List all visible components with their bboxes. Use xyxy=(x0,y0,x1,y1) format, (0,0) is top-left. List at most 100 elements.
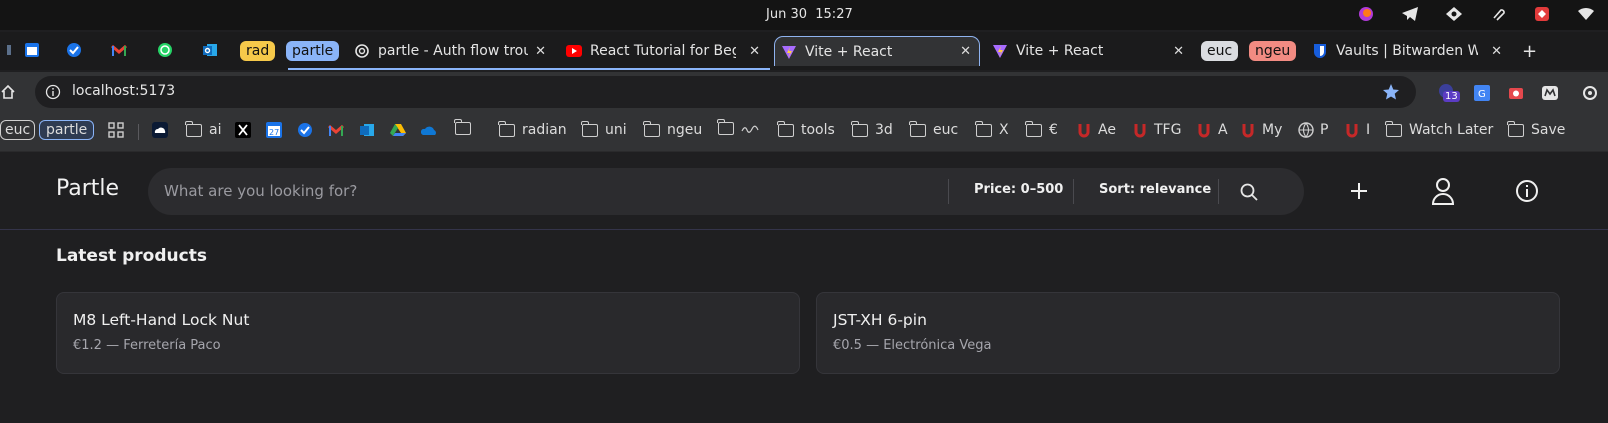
close-tab-icon[interactable]: ✕ xyxy=(1491,44,1502,59)
magnet-icon xyxy=(1344,122,1360,138)
folder-icon xyxy=(1507,120,1524,137)
bookmark-cloud-icon[interactable] xyxy=(152,122,168,138)
bookmark-folder-x[interactable]: X xyxy=(975,120,1009,138)
bookmark-folder-ngeu[interactable]: ngeu xyxy=(643,120,702,138)
bookmark-calendar[interactable]: 27 xyxy=(266,122,282,138)
system-time: 15:27 xyxy=(815,7,853,22)
metamask-icon[interactable] xyxy=(1541,84,1559,102)
search-divider xyxy=(1073,179,1074,204)
home-icon[interactable] xyxy=(0,84,16,100)
new-tab-button[interactable]: + xyxy=(1522,36,1542,66)
bookmark-folder-ai[interactable]: ai xyxy=(185,120,221,138)
close-tab-icon[interactable]: ✕ xyxy=(960,44,971,59)
pinned-tab-calendar[interactable] xyxy=(22,41,42,59)
tab-title: Vaults | Bitwarden We xyxy=(1336,43,1478,59)
search-divider xyxy=(1218,179,1219,204)
bookmark-folder-tools[interactable]: tools xyxy=(777,120,835,138)
tab-bitwarden[interactable]: Vaults | Bitwarden We ✕ xyxy=(1312,36,1510,66)
bookmark-folder-signature[interactable] xyxy=(717,119,759,135)
bookmark-tasks[interactable] xyxy=(297,122,313,138)
pinned-tab-tasks[interactable] xyxy=(64,41,84,59)
paperclip-icon[interactable] xyxy=(1488,4,1508,24)
bookmark-folder-watch-later[interactable]: Watch Later xyxy=(1385,120,1493,138)
bookmark-folder-save[interactable]: Save xyxy=(1507,120,1565,138)
price-filter-button[interactable]: Price: 0–500 xyxy=(974,182,1063,197)
close-tab-icon[interactable]: ✕ xyxy=(1173,44,1184,59)
folder-icon xyxy=(777,120,794,137)
system-top-bar: Jun 30 15:27 xyxy=(0,0,1608,30)
firefox-tray-icon[interactable] xyxy=(1356,4,1376,24)
extension-icon[interactable]: 13 xyxy=(1437,82,1460,104)
product-card[interactable]: JST-XH 6-pin €0.5 — Electrónica Vega xyxy=(816,292,1560,374)
info-icon[interactable] xyxy=(1512,176,1542,206)
bookmark-tfg[interactable]: TFG xyxy=(1132,122,1181,138)
site-info-icon[interactable] xyxy=(45,84,61,100)
bookmark-outlook[interactable] xyxy=(359,122,375,138)
bookmark-folder-euc[interactable]: euc xyxy=(909,120,958,138)
folder-icon xyxy=(1385,120,1402,137)
bookmark-a[interactable]: A xyxy=(1196,122,1228,138)
bookmark-folder-euro[interactable]: € xyxy=(1025,120,1058,138)
tab-react-tutorial[interactable]: React Tutorial for Beg ✕ xyxy=(566,36,768,66)
wifi-icon[interactable] xyxy=(1576,4,1596,24)
brand-logo[interactable]: Partle xyxy=(56,176,119,201)
telegram-icon[interactable] xyxy=(1400,4,1420,24)
add-product-button[interactable] xyxy=(1344,176,1374,206)
tab-group-ngeu[interactable]: ngeu xyxy=(1249,41,1297,61)
bitwarden-icon xyxy=(1312,43,1328,59)
bookmark-chip-partle[interactable]: partle xyxy=(39,120,95,140)
bookmark-i[interactable]: I xyxy=(1344,122,1370,138)
user-icon[interactable] xyxy=(1428,176,1458,206)
bookmark-ae[interactable]: Ae xyxy=(1076,122,1116,138)
anydesk-icon[interactable] xyxy=(1532,4,1552,24)
tab-group-rad[interactable]: rad xyxy=(240,41,276,61)
folder-icon xyxy=(1025,120,1042,137)
bookmark-apps-icon[interactable] xyxy=(108,122,124,138)
bookmark-gmail[interactable] xyxy=(328,122,344,138)
tab-vite-react-active[interactable]: Vite + React ✕ xyxy=(774,36,980,66)
extension-badge: 13 xyxy=(1443,91,1460,102)
search-icon[interactable] xyxy=(1239,182,1259,202)
svg-text:27: 27 xyxy=(269,128,279,137)
tab-group-partle[interactable]: partle xyxy=(286,41,340,61)
bookmark-drive[interactable] xyxy=(390,122,406,138)
pinned-tab-partial[interactable] xyxy=(0,41,20,59)
folder-icon xyxy=(975,120,992,137)
bookmark-star-icon[interactable] xyxy=(1382,83,1400,101)
magnet-icon xyxy=(1196,122,1212,138)
tab-vite-react[interactable]: Vite + React ✕ xyxy=(992,36,1192,66)
bookmark-my[interactable]: My xyxy=(1240,122,1282,138)
folder-icon xyxy=(851,120,868,137)
app-header: Partle What are you looking for? Price: … xyxy=(0,152,1608,230)
product-card[interactable]: M8 Left-Hand Lock Nut €1.2 — Ferretería … xyxy=(56,292,800,374)
svg-text:G: G xyxy=(1478,89,1486,100)
browser-toolbar: localhost:5173 13 G xyxy=(0,72,1608,112)
pinned-tab-gmail[interactable] xyxy=(109,41,129,59)
bookmark-x[interactable] xyxy=(235,122,251,138)
bookmark-onedrive[interactable] xyxy=(421,122,437,138)
system-clock[interactable]: Jun 30 15:27 xyxy=(766,7,853,22)
pinned-tab-outlook[interactable] xyxy=(200,41,220,59)
screenshot-icon[interactable] xyxy=(1507,84,1525,102)
close-tab-icon[interactable]: ✕ xyxy=(749,44,760,59)
bookmark-chip-euc[interactable]: euc xyxy=(0,120,36,140)
bookmark-folder-unnamed[interactable] xyxy=(454,119,478,135)
address-bar[interactable]: localhost:5173 xyxy=(35,76,1416,108)
tab-strip: rad partle partle - Auth flow trou ✕ Rea… xyxy=(0,32,1608,70)
tab-partle-auth-flow[interactable]: partle - Auth flow trou ✕ xyxy=(354,36,554,66)
bookmark-folder-radian[interactable]: radian xyxy=(498,120,567,138)
search-input[interactable]: What are you looking for? xyxy=(164,182,357,200)
bookmark-p[interactable]: P xyxy=(1298,122,1328,138)
bookmark-folder-3d[interactable]: 3d xyxy=(851,120,893,138)
sort-button[interactable]: Sort: relevance xyxy=(1099,182,1211,197)
magnet-icon xyxy=(1132,122,1148,138)
translate-icon[interactable]: G xyxy=(1473,84,1491,102)
pinned-tab-whatsapp[interactable] xyxy=(155,41,175,59)
tab-group-euc[interactable]: euc xyxy=(1201,41,1239,61)
bookmark-folder-uni[interactable]: uni xyxy=(581,120,627,138)
extension-gear-icon[interactable] xyxy=(1581,84,1599,102)
close-tab-icon[interactable]: ✕ xyxy=(535,44,546,59)
signature-icon xyxy=(741,125,759,133)
vpn-icon[interactable] xyxy=(1444,4,1464,24)
globe-icon xyxy=(1298,122,1314,138)
